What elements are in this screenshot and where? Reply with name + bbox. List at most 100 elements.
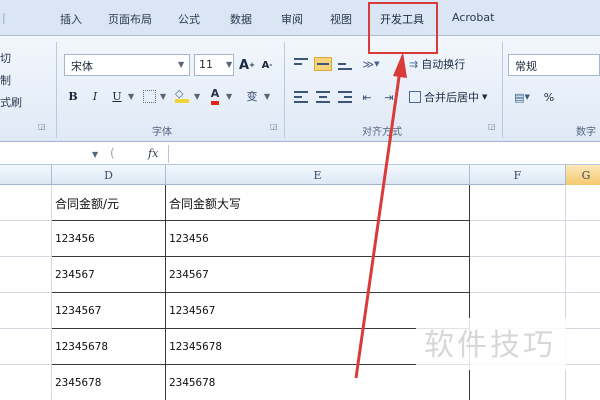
orientation-button[interactable]: ≫ ▼ (358, 54, 384, 74)
cell-g[interactable] (566, 185, 600, 221)
copy-button[interactable]: 制 (0, 72, 11, 88)
cell-f[interactable] (470, 365, 566, 400)
shrink-font-button[interactable]: A- (259, 55, 275, 75)
name-box-dropdown-icon[interactable]: ▼ (92, 150, 98, 159)
merge-icon (409, 91, 421, 103)
align-middle-icon[interactable] (314, 57, 332, 71)
row-header[interactable] (0, 185, 52, 221)
cell-g[interactable] (566, 221, 600, 257)
wrap-text-label: 自动换行 (421, 58, 466, 71)
row-header[interactable] (0, 257, 52, 293)
align-right-icon[interactable] (336, 90, 354, 104)
align-left-icon[interactable] (292, 90, 310, 104)
underline-dropdown-icon[interactable]: ▼ (128, 92, 134, 101)
cell-f[interactable] (470, 185, 566, 221)
align-bottom-icon[interactable] (336, 57, 354, 71)
cell-d-header[interactable]: 合同金额/元 (52, 185, 166, 221)
cell-d[interactable]: 12345678 (52, 329, 166, 365)
border-dropdown-icon[interactable]: ▼ (160, 92, 166, 101)
cell-g[interactable] (566, 329, 600, 365)
row-header[interactable] (0, 221, 52, 257)
tab-divider: | (2, 11, 6, 24)
font-launcher-icon[interactable]: ◲ (270, 122, 278, 131)
table-row: 123456 123456 (0, 221, 600, 257)
align-top-icon[interactable] (292, 57, 310, 71)
watermark: 软件技巧 (416, 318, 566, 370)
formula-divider (168, 145, 169, 163)
italic-button[interactable]: I (86, 86, 104, 106)
row-header[interactable] (0, 365, 52, 400)
column-header-d[interactable]: D (52, 165, 166, 185)
column-header-e[interactable]: E (166, 165, 470, 185)
tab-page-layout[interactable]: 页面布局 (108, 11, 152, 27)
font-name-select[interactable]: 宋体 (64, 54, 190, 76)
cell-e[interactable]: 2345678 (166, 365, 470, 400)
wrap-text-icon: ⇉ (409, 57, 419, 71)
align-center-icon[interactable] (314, 90, 332, 104)
bold-button[interactable]: B (64, 86, 82, 106)
tab-formulas[interactable]: 公式 (178, 11, 200, 27)
underline-button[interactable]: U (108, 86, 126, 106)
cell-f[interactable] (470, 257, 566, 293)
cell-g[interactable] (566, 257, 600, 293)
merge-center-button[interactable]: 合并后居中 ▼ (408, 87, 500, 107)
cell-g[interactable] (566, 365, 600, 400)
font-group-label: 字体 (152, 127, 172, 138)
number-format-select[interactable]: 常规 (508, 54, 600, 76)
accounting-dropdown-icon: ▼ (524, 93, 530, 101)
row-header-corner[interactable] (0, 165, 52, 185)
clipboard-launcher-icon[interactable]: ◲ (38, 122, 46, 131)
column-header-g[interactable]: G (566, 165, 600, 185)
font-size-dropdown-icon[interactable]: ▼ (226, 60, 232, 69)
accounting-format-button[interactable]: ▤ ▼ (508, 87, 536, 107)
row-header[interactable] (0, 329, 52, 365)
insert-function-button[interactable]: fx (148, 147, 158, 160)
grow-font-label: A (239, 57, 250, 73)
tab-insert[interactable]: 插入 (60, 11, 82, 27)
row-header[interactable] (0, 293, 52, 329)
font-color-button[interactable]: A (206, 86, 224, 106)
cell-d[interactable]: 2345678 (52, 365, 166, 400)
decrease-indent-button[interactable]: ⇤ (358, 87, 376, 107)
font-name-dropdown-icon[interactable]: ▼ (178, 60, 184, 69)
group-separator (56, 42, 57, 138)
border-icon (142, 89, 156, 103)
cell-f[interactable] (470, 221, 566, 257)
cell-e[interactable]: 123456 (166, 221, 470, 257)
format-painter-button[interactable]: 式刷 (0, 94, 22, 110)
merge-dropdown-icon: ▼ (482, 93, 488, 101)
shrink-font-label: A (261, 59, 270, 71)
fill-dropdown-icon[interactable]: ▼ (194, 92, 200, 101)
increase-indent-button[interactable]: ⇥ (380, 87, 398, 107)
grow-font-button[interactable]: A + (238, 55, 256, 75)
column-header-f[interactable]: F (470, 165, 566, 185)
formula-bar: ▼ ( fx (0, 143, 600, 165)
cell-d[interactable]: 234567 (52, 257, 166, 293)
cell-d[interactable]: 123456 (52, 221, 166, 257)
group-separator (284, 42, 285, 138)
alignment-group-label: 对齐方式 (362, 127, 402, 138)
font-color-dropdown-icon[interactable]: ▼ (226, 92, 232, 101)
cell-e[interactable]: 234567 (166, 257, 470, 293)
group-separator (502, 42, 503, 138)
cell-g[interactable] (566, 293, 600, 329)
tab-view[interactable]: 视图 (330, 11, 352, 27)
number-format-value: 常规 (515, 60, 537, 73)
cell-d[interactable]: 1234567 (52, 293, 166, 329)
cancel-entry-icon[interactable]: ( (110, 146, 115, 160)
wrap-text-button[interactable]: ⇉ 自动换行 (408, 54, 484, 74)
ribbon-home: 切 制 式刷 ◲ 宋体 ▼ 11 ▼ A + A- B I U ▼ ▼ ◇ ▼ A… (0, 36, 600, 142)
cut-button[interactable]: 切 (0, 50, 11, 66)
tab-review[interactable]: 审阅 (281, 11, 303, 27)
table-row: 合同金额/元 合同金额大写 (0, 185, 600, 221)
cell-e-header[interactable]: 合同金额大写 (166, 185, 470, 221)
phonetic-button[interactable]: 变 (243, 86, 261, 106)
orientation-icon: ≫ (362, 57, 375, 71)
tab-data[interactable]: 数据 (230, 11, 252, 27)
border-button[interactable] (140, 87, 158, 105)
tab-acrobat[interactable]: Acrobat (452, 11, 494, 24)
fill-color-button[interactable]: ◇ (172, 86, 192, 106)
phonetic-dropdown-icon[interactable]: ▼ (264, 92, 270, 101)
percent-button[interactable]: % (540, 87, 558, 107)
alignment-launcher-icon[interactable]: ◲ (488, 122, 496, 131)
